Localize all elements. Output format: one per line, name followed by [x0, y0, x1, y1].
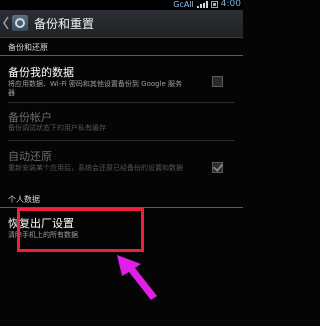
- page-title: 备份和重置: [34, 17, 95, 31]
- pref-backup-account: 备份帐户 备份调试状态下的用户私有缓存: [0, 106, 243, 136]
- pref-title: 自动还原: [8, 150, 52, 163]
- auto-restore-checkbox: [212, 162, 223, 173]
- pref-summary: 重新安装某个应用后，系统会还原已经备份的设置和数据: [8, 164, 183, 172]
- section-header-backup: 备份和还原: [0, 40, 243, 56]
- signal-icon: [196, 0, 208, 8]
- backup-data-checkbox[interactable]: [212, 76, 223, 87]
- status-bar: GcAll 4:00: [0, 0, 243, 10]
- divider: [8, 140, 235, 141]
- status-icons: GcAll 4:00: [173, 0, 241, 9]
- pref-title: 备份我的数据: [8, 66, 74, 79]
- section-header-personal: 个人数据: [0, 192, 243, 208]
- back-chevron-icon[interactable]: [2, 16, 10, 30]
- battery-icon: [210, 0, 218, 8]
- highlight-box: [17, 208, 144, 252]
- pref-title: 备份帐户: [8, 111, 52, 124]
- pref-backup-data[interactable]: 备份我的数据 将应用数据、Wi-Fi 密码和其他设置备份到 Google 服务器: [0, 58, 243, 98]
- settings-app-icon[interactable]: [12, 15, 28, 31]
- pref-auto-restore: 自动还原 重新安装某个应用后，系统会还原已经备份的设置和数据: [0, 144, 243, 190]
- divider: [8, 102, 235, 103]
- pref-summary: 将应用数据、Wi-Fi 密码和其他设置备份到 Google 服务器: [8, 80, 183, 97]
- pref-summary: 备份调试状态下的用户私有缓存: [8, 124, 106, 132]
- network-type: GcAll: [173, 0, 194, 9]
- status-time: 4:00: [220, 0, 241, 9]
- action-bar: 备份和重置: [0, 10, 243, 38]
